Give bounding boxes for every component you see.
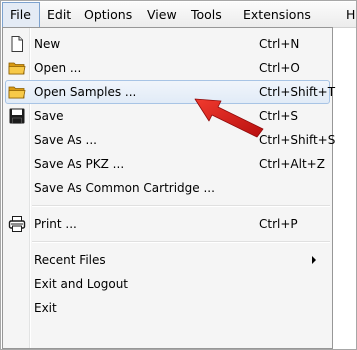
menu-tools[interactable]: Tools — [191, 2, 222, 27]
application-window: File Edit Options View Tools Extensions … — [0, 0, 357, 350]
menu-bar: File Edit Options View Tools Extensions … — [2, 2, 356, 28]
menu-item-label: Exit — [34, 301, 57, 315]
printer-icon — [8, 216, 26, 232]
menu-separator — [32, 241, 330, 243]
menu-extensions[interactable]: Extensions — [243, 2, 311, 27]
submenu-arrow-icon — [312, 256, 316, 264]
menu-item-save-as-pkz[interactable]: Save As PKZ ... Ctrl+Alt+Z — [5, 152, 330, 176]
menu-options[interactable]: Options — [84, 2, 132, 27]
menu-item-shortcut: Ctrl+P — [259, 217, 298, 231]
menu-item-label: Recent Files — [34, 253, 106, 267]
menu-item-exit-and-logout[interactable]: Exit and Logout — [5, 272, 330, 296]
menu-item-save-as-common-cartridge[interactable]: Save As Common Cartridge ... — [5, 176, 330, 200]
menu-item-shortcut: Ctrl+N — [259, 37, 300, 51]
menu-item-shortcut: Ctrl+Alt+Z — [259, 157, 325, 171]
menu-item-label: Open Samples ... — [34, 85, 137, 99]
menu-item-label: New — [34, 37, 61, 51]
menu-item-print[interactable]: Print ... Ctrl+P — [5, 212, 330, 236]
menu-item-open-samples[interactable]: Open Samples ... Ctrl+Shift+T — [5, 80, 335, 104]
menu-item-label: Save As ... — [34, 133, 97, 147]
menu-item-label: Save As Common Cartridge ... — [34, 181, 215, 195]
folder-icon — [8, 62, 26, 75]
menu-view[interactable]: View — [147, 2, 177, 27]
floppy-disk-icon — [9, 108, 25, 124]
menu-item-label: Open ... — [34, 61, 82, 75]
red-arrow-icon — [194, 98, 264, 138]
menu-item-label: Exit and Logout — [34, 277, 129, 291]
menu-edit[interactable]: Edit — [47, 2, 71, 27]
new-document-icon — [11, 36, 23, 52]
menu-item-label: Print ... — [34, 217, 77, 231]
menu-item-exit[interactable]: Exit — [5, 296, 330, 320]
menu-item-save-as[interactable]: Save As ... Ctrl+Shift+S — [5, 128, 335, 152]
menu-item-label: Save — [34, 109, 64, 123]
menu-file[interactable]: File — [2, 2, 40, 27]
menu-item-shortcut: Ctrl+O — [259, 61, 300, 75]
menu-item-label: Save As PKZ ... — [34, 157, 125, 171]
menu-item-recent-files[interactable]: Recent Files — [5, 248, 330, 272]
menu-item-open[interactable]: Open ... Ctrl+O — [5, 56, 330, 80]
menu-item-save[interactable]: Save Ctrl+S — [5, 104, 330, 128]
file-menu-dropdown: New Ctrl+N Open ... Ctrl+O Open Samples … — [2, 27, 335, 349]
menu-help[interactable]: H — [346, 2, 355, 27]
menu-item-new[interactable]: New Ctrl+N — [5, 32, 330, 56]
folder-icon — [8, 86, 26, 99]
menu-separator — [32, 205, 330, 207]
